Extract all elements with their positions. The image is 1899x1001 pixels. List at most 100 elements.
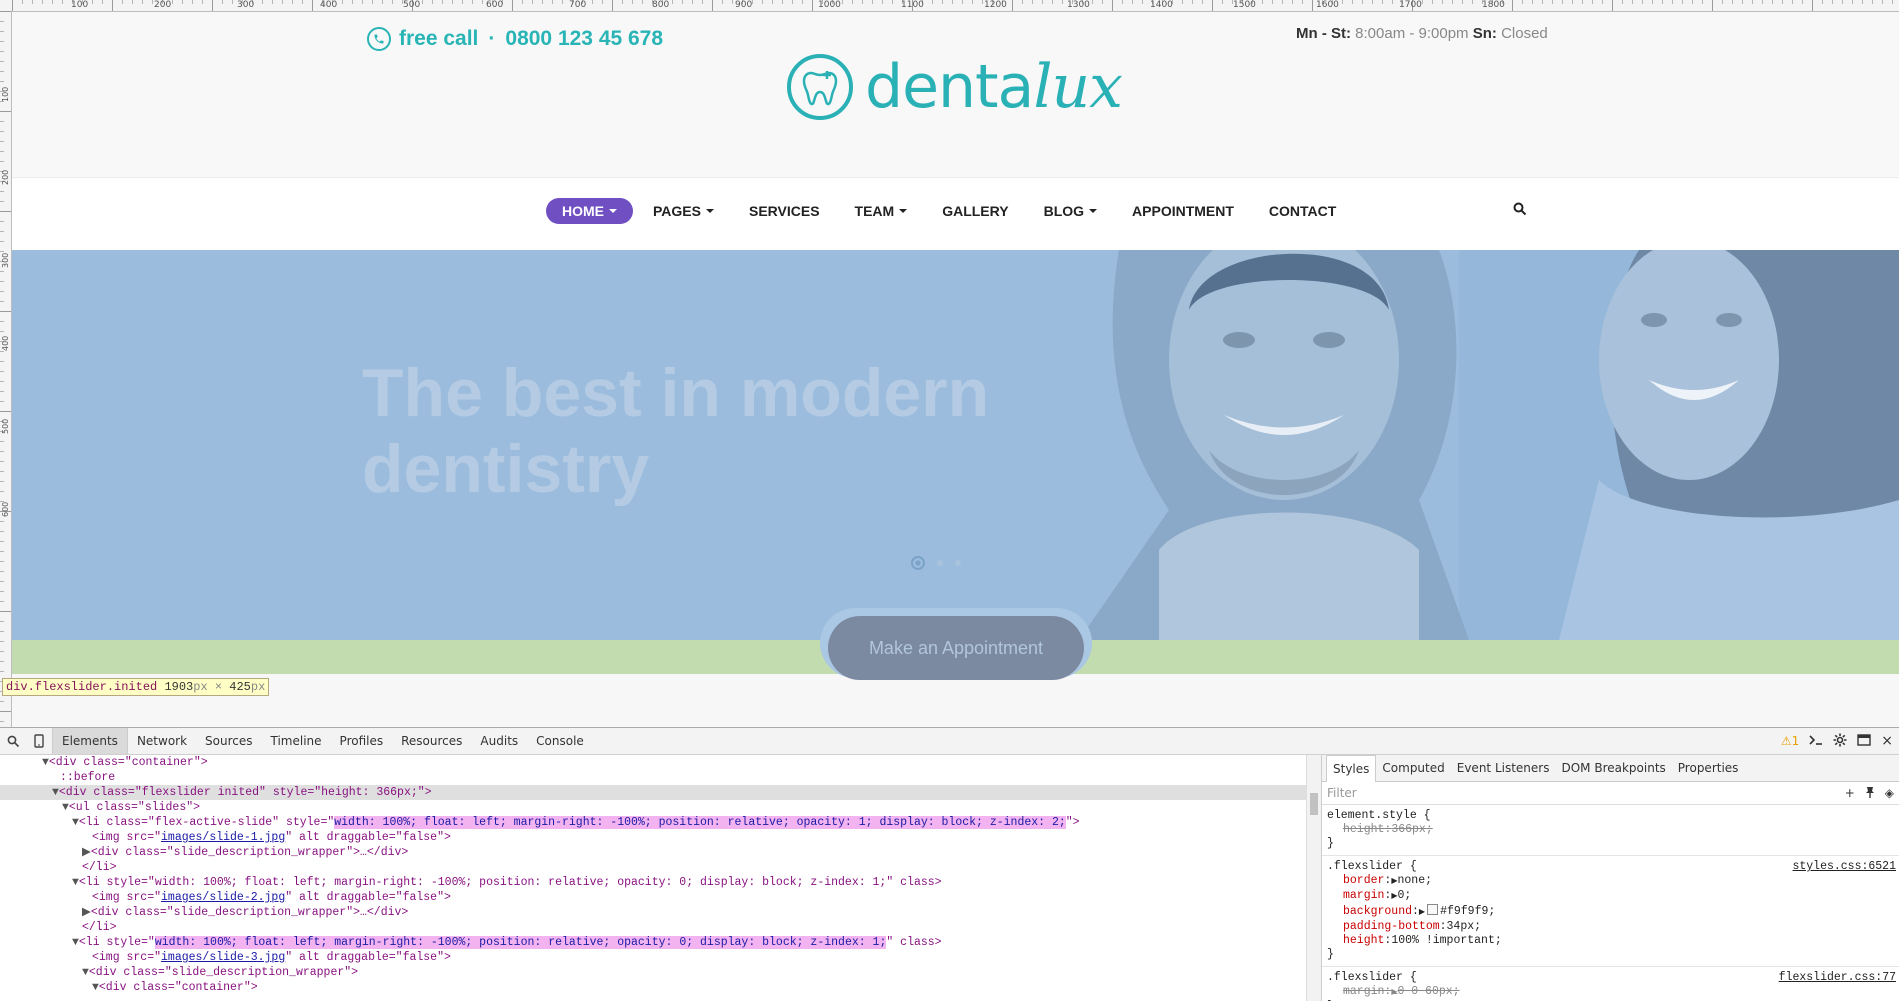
- dom-node-text: <div class="slide_description_wrapper">……: [90, 846, 409, 859]
- dom-node[interactable]: ▶<div class="slide_description_wrapper">…: [0, 845, 1306, 860]
- dom-node[interactable]: </li>: [0, 920, 1306, 935]
- dom-node[interactable]: ▼<li class="flex-active-slide" style="wi…: [0, 815, 1306, 830]
- sidebar-tab-computed[interactable]: Computed: [1376, 755, 1450, 781]
- expand-arrow-icon[interactable]: ▶: [1419, 908, 1425, 917]
- tab-elements[interactable]: Elements: [52, 728, 128, 754]
- css-source-link[interactable]: styles.css:6521: [1792, 860, 1896, 874]
- make-appointment-button[interactable]: Make an Appointment: [828, 616, 1084, 680]
- tab-audits[interactable]: Audits: [471, 728, 527, 754]
- nav-item-pages[interactable]: PAGES: [653, 198, 714, 224]
- nav-item-services[interactable]: SERVICES: [749, 198, 820, 224]
- slider-dot[interactable]: [937, 560, 943, 566]
- logo-text-script: lux: [1033, 52, 1123, 122]
- css-property[interactable]: margin:▶0 0 60px;: [1327, 985, 1895, 1000]
- sidebar-tab-styles[interactable]: Styles: [1326, 755, 1377, 782]
- filter-input[interactable]: Filter: [1327, 786, 1357, 800]
- tab-profiles[interactable]: Profiles: [331, 728, 393, 754]
- ruler-tick: [972, 0, 973, 4]
- ruler-tick: [952, 0, 953, 4]
- css-property[interactable]: height:100% !important;: [1327, 934, 1895, 948]
- search-icon[interactable]: [1513, 202, 1527, 221]
- dom-node[interactable]: <img src="images/slide-1.jpg" alt dragga…: [0, 830, 1306, 845]
- site-logo[interactable]: dentalux: [787, 52, 1123, 122]
- slider-dot[interactable]: [911, 556, 925, 570]
- ruler-tick: [1052, 0, 1053, 4]
- sidebar-tab-event-listeners[interactable]: Event Listeners: [1451, 755, 1556, 781]
- color-swatch[interactable]: [1427, 904, 1439, 915]
- pin-state-icon[interactable]: [1865, 786, 1875, 801]
- css-rule[interactable]: .flexslider {flexslider.css:77 margin:▶0 …: [1322, 967, 1899, 1001]
- ruler-tick: [0, 321, 4, 322]
- tab-sources[interactable]: Sources: [196, 728, 261, 754]
- ruler-tick: [112, 0, 113, 11]
- ruler-tick: [642, 0, 643, 4]
- ruler-tick: [1892, 0, 1893, 4]
- nav-item-blog[interactable]: BLOG: [1044, 198, 1098, 224]
- css-property[interactable]: background:▶ #f9f9f9;: [1327, 904, 1895, 920]
- console-drawer-icon[interactable]: [1809, 734, 1823, 749]
- slider-dot[interactable]: [955, 560, 961, 566]
- styles-sidebar-tabs: Styles Computed Event Listeners DOM Breakpo…: [1322, 755, 1899, 782]
- dom-image-link[interactable]: images/slide-1.jpg: [161, 831, 285, 844]
- tab-resources[interactable]: Resources: [392, 728, 471, 754]
- dom-node[interactable]: ::before: [0, 770, 1306, 785]
- ruler-tick: [362, 0, 363, 4]
- dom-node[interactable]: ▼<div class="container">: [0, 755, 1306, 770]
- tooltip-height-unit: px: [250, 680, 266, 694]
- sidebar-tab-dom-breakpoints[interactable]: DOM Breakpoints: [1555, 755, 1671, 781]
- dom-node-text: <img src=": [92, 831, 162, 844]
- css-source-link[interactable]: flexslider.css:77: [1779, 971, 1896, 985]
- ruler-tick: [0, 361, 4, 362]
- css-property[interactable]: margin:▶0;: [1327, 889, 1895, 904]
- phone-contact[interactable]: free call · 0800 123 45 678: [367, 27, 663, 51]
- inspect-element-icon[interactable]: [0, 728, 26, 754]
- sidebar-tab-properties[interactable]: Properties: [1672, 755, 1745, 781]
- new-style-rule-icon[interactable]: +: [1845, 786, 1855, 801]
- dom-node[interactable]: ▼<div class="slide_description_wrapper">: [0, 965, 1306, 980]
- nav-item-appointment[interactable]: APPOINTMENT: [1132, 198, 1234, 224]
- ruler-tick: [1712, 0, 1713, 11]
- scrollbar-thumb[interactable]: [1310, 793, 1318, 815]
- ruler-tick: [0, 721, 4, 722]
- css-property[interactable]: height:366px;: [1327, 823, 1895, 837]
- dom-node[interactable]: <img src="images/slide-2.jpg" alt dragga…: [0, 890, 1306, 905]
- styles-filter[interactable]: Filter + ◈: [1322, 782, 1899, 805]
- logo-text-regular: denta: [865, 52, 1034, 122]
- nav-item-home[interactable]: HOME: [546, 198, 633, 224]
- ruler-tick: [622, 0, 623, 4]
- dom-node[interactable]: ▶<div class="slide_description_wrapper">…: [0, 905, 1306, 920]
- css-rule[interactable]: element.style {height:366px;}: [1322, 805, 1899, 856]
- close-devtools-icon[interactable]: ×: [1881, 733, 1893, 749]
- ruler-tick: [1382, 0, 1383, 4]
- dom-tree-scrollbar[interactable]: [1306, 755, 1321, 1001]
- dom-node[interactable]: ▼<li style="width: 100%; float: left; ma…: [0, 875, 1306, 890]
- nav-item-contact[interactable]: CONTACT: [1269, 198, 1336, 224]
- dom-node[interactable]: </li>: [0, 860, 1306, 875]
- color-format-icon[interactable]: ◈: [1885, 786, 1894, 801]
- tab-timeline[interactable]: Timeline: [262, 728, 331, 754]
- dom-image-link[interactable]: images/slide-3.jpg: [161, 951, 285, 964]
- dock-side-icon[interactable]: [1857, 733, 1871, 749]
- ruler-tick: [0, 211, 11, 212]
- dom-node[interactable]: <img src="images/slide-3.jpg" alt dragga…: [0, 950, 1306, 965]
- tab-console[interactable]: Console: [527, 728, 593, 754]
- dom-node[interactable]: ▼<li style="width: 100%; float: left; ma…: [0, 935, 1306, 950]
- warning-indicator[interactable]: ⚠1: [1781, 734, 1799, 748]
- ruler-tick: [442, 0, 443, 4]
- css-property[interactable]: border:▶none;: [1327, 874, 1895, 889]
- dom-node-style: width: 100%; float: left; margin-right: …: [334, 816, 1066, 829]
- ruler-tick: [12, 0, 13, 11]
- dom-image-link[interactable]: images/slide-2.jpg: [161, 891, 285, 904]
- device-mode-icon[interactable]: [26, 728, 52, 754]
- ruler-tick: [0, 311, 11, 312]
- tab-network[interactable]: Network: [128, 728, 196, 754]
- dom-node-selected[interactable]: ▼<div class="flexslider inited" style="h…: [0, 785, 1306, 800]
- nav-item-gallery[interactable]: GALLERY: [942, 198, 1008, 224]
- css-property[interactable]: padding-bottom:34px;: [1327, 920, 1895, 934]
- settings-gear-icon[interactable]: [1833, 733, 1847, 750]
- css-rule[interactable]: .flexslider {styles.css:6521 border:▶none…: [1322, 856, 1899, 967]
- ruler-tick: [1352, 0, 1353, 4]
- nav-item-team[interactable]: TEAM: [855, 198, 908, 224]
- dom-node[interactable]: ▼<div class="container">: [0, 980, 1306, 995]
- dom-node[interactable]: ▼<ul class="slides">: [0, 800, 1306, 815]
